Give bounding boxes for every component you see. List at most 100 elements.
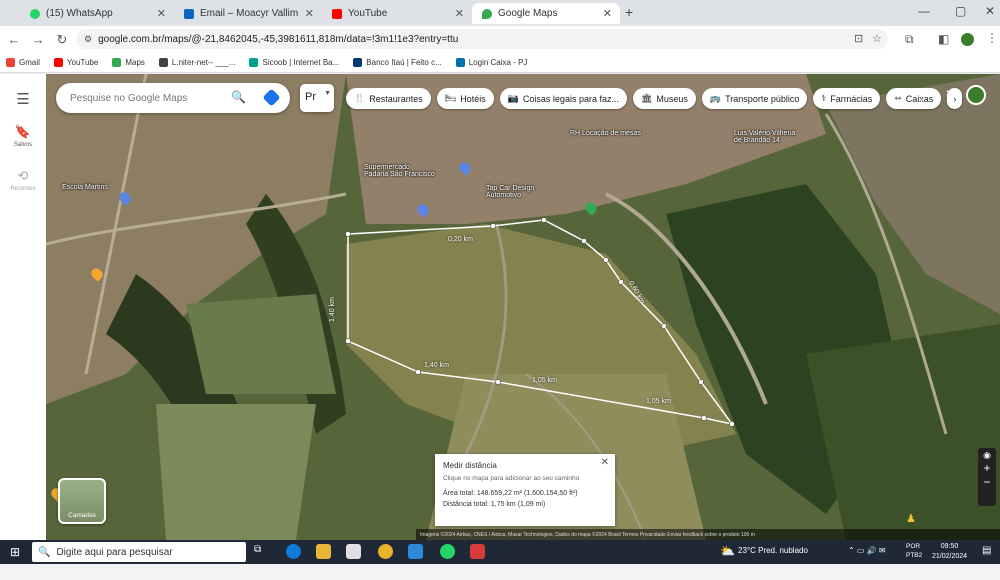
close-window-icon[interactable]: ✕ <box>985 4 995 18</box>
chip-restaurantes[interactable]: 🍴 Restaurantes <box>346 88 431 109</box>
back-icon[interactable]: ← <box>2 32 26 47</box>
locate-icon[interactable]: ◉ <box>978 448 996 461</box>
bookmarks-bar: Gmail YouTube Maps L.niter-net-- ___... … <box>0 53 1000 73</box>
maps-side-rail: ☰ 🔖 Salvos ⟲ Recentes <box>0 74 46 540</box>
new-tab-button[interactable]: + <box>625 4 633 20</box>
mail-icon[interactable] <box>408 544 423 559</box>
museum-icon: 🏛 <box>640 93 653 103</box>
bookmark-niter[interactable]: L.niter-net-- ___... <box>158 58 235 67</box>
chip-farmacias[interactable]: ⚕ Farmácias <box>813 88 881 109</box>
language-indicator[interactable]: POR PTB2 <box>906 542 922 560</box>
place-luis-valerio[interactable]: Luis Valério Vilhena de Brandão 14 <box>734 130 795 144</box>
measure-title: Medir distância <box>443 461 497 470</box>
weather-text[interactable]: 23°C Pred. nublado <box>738 546 808 555</box>
windows-start-icon[interactable]: ⊞ <box>10 545 20 559</box>
task-view-icon[interactable]: ⧉ <box>254 544 269 559</box>
bookmark-maps[interactable]: Maps <box>112 58 145 67</box>
tab-bar: (15) WhatsApp✕ Email – Moacyr Vallim Fil… <box>0 0 1000 26</box>
bookmark-youtube[interactable]: YouTube <box>53 58 98 67</box>
chip-hoteis[interactable]: 🛏 Hotéis <box>436 88 494 109</box>
reload-icon[interactable]: ↻ <box>50 32 74 48</box>
store-icon[interactable] <box>346 544 361 559</box>
pinned-app-icon[interactable] <box>470 544 485 559</box>
bookmark-gmail[interactable]: Gmail <box>6 58 40 67</box>
directions-icon[interactable] <box>262 88 281 107</box>
address-toolbar: ← → ↻ ⚙ google.com.br/maps/@-21,8462045,… <box>0 26 1000 53</box>
place-escola[interactable]: Escola Martins <box>62 184 108 191</box>
tab-email[interactable]: Email – Moacyr Vallim Filho – O✕ <box>174 3 322 24</box>
category-chips: 🍴 Restaurantes 🛏 Hotéis 📷 Coisas legais par… <box>346 88 968 109</box>
sidepanel-icon[interactable]: ◧ <box>938 32 949 46</box>
measure-area: Área total: 148.659,22 m² (1.600.154,50 … <box>443 490 578 497</box>
history-icon: ⟲ <box>17 168 29 183</box>
bookmark-sicoob[interactable]: Sicoob | Internet Ba... <box>249 58 339 67</box>
file-explorer-icon[interactable] <box>316 544 331 559</box>
saved-button[interactable]: 🔖 Salvos <box>0 124 46 148</box>
whatsapp-icon[interactable] <box>440 544 455 559</box>
extensions-icon[interactable]: ⧉ <box>905 32 914 47</box>
bookmark-caixa[interactable]: Login Caixa - PJ <box>455 58 527 67</box>
place-locacao[interactable]: RH Locação de mesas <box>570 130 641 137</box>
account-avatar[interactable] <box>966 85 986 105</box>
install-icon[interactable]: ⊡ <box>854 32 863 45</box>
zoom-out-button[interactable]: − <box>978 475 996 489</box>
layers-button[interactable]: Camadas <box>58 478 106 524</box>
notification-icon[interactable]: ▤ <box>982 545 991 556</box>
minimize-icon[interactable]: — <box>918 4 930 18</box>
youtube-icon <box>332 8 342 19</box>
url-bar[interactable]: ⚙ google.com.br/maps/@-21,8462045,-45,39… <box>76 29 888 49</box>
edge-icon[interactable] <box>286 544 301 559</box>
maximize-icon[interactable]: ▢ <box>955 4 966 18</box>
distance-label: 0,20 km <box>448 236 473 243</box>
chip-coisas-legais[interactable]: 📷 Coisas legais para faz... <box>499 88 627 109</box>
youtube-icon <box>53 58 63 67</box>
place-padaria[interactable]: Supermercado Padaria São Francisco <box>364 164 435 178</box>
chevron-down-icon: ▼ <box>324 90 331 97</box>
distance-label: 1,40 km <box>328 297 336 322</box>
pegman-icon[interactable]: ♟ <box>906 512 916 525</box>
satellite-map[interactable]: Supermercado Padaria São Francisco RH Lo… <box>46 74 1000 540</box>
maps-icon <box>112 58 122 67</box>
bookmark-icon: 🔖 <box>14 124 32 139</box>
language-button[interactable]: Pr ▼ <box>300 84 334 112</box>
search-icon[interactable]: 🔍 <box>231 90 246 104</box>
chip-transporte[interactable]: 🚌 Transporte público <box>701 88 808 109</box>
place-tap-car[interactable]: Tap Car Design Automotivo <box>486 185 534 199</box>
tray-icons[interactable]: ⌃ ▭ 🔊 ✉ <box>848 546 886 555</box>
tab-youtube[interactable]: YouTube ✕ <box>322 3 472 24</box>
search-icon: 🔍 <box>38 546 51 558</box>
bookmark-star-icon[interactable]: ☆ <box>872 32 882 45</box>
site-info-icon[interactable]: ⚙ <box>84 34 92 45</box>
close-icon[interactable]: ✕ <box>157 7 166 20</box>
close-icon[interactable]: ✕ <box>601 457 609 468</box>
bookmark-itau[interactable]: Banco Itaú | Feito c... <box>353 58 442 67</box>
profile-avatar[interactable] <box>961 33 974 46</box>
hamburger-menu-icon[interactable]: ☰ <box>0 90 46 108</box>
caixa-icon <box>455 58 465 67</box>
menu-icon[interactable]: ⋮ <box>986 31 998 45</box>
whatsapp-icon <box>30 8 40 19</box>
fork-knife-icon: 🍴 <box>354 93 366 103</box>
niter-icon <box>158 58 168 67</box>
close-icon[interactable]: ✕ <box>603 7 612 20</box>
clock[interactable]: 09:50 21/02/2024 <box>932 542 967 562</box>
gmail-icon <box>6 58 15 67</box>
recent-button[interactable]: ⟲ Recentes <box>0 168 46 192</box>
forward-icon[interactable]: → <box>26 32 50 47</box>
chrome-icon[interactable] <box>378 544 393 559</box>
weather-icon: ⛅ <box>720 544 735 558</box>
map-footer: Imagens ©2024 Airbus, CNES / Airbus, Max… <box>416 529 1000 540</box>
atm-icon: ⇿ <box>894 93 902 103</box>
maps-search-box[interactable]: Pesquise no Google Maps 🔍 <box>56 83 290 113</box>
windows-taskbar: ⊞ 🔍 Digite aqui para pesquisar ⧉ ⛅ 23°C P… <box>0 540 1000 564</box>
taskbar-search[interactable]: 🔍 Digite aqui para pesquisar <box>32 542 246 562</box>
close-icon[interactable]: ✕ <box>305 7 314 20</box>
zoom-in-button[interactable]: + <box>978 461 996 475</box>
chip-museus[interactable]: 🏛 Museus <box>632 88 696 109</box>
itau-icon <box>353 58 363 67</box>
measure-hint: Clique no mapa para adicionar ao seu cam… <box>443 475 580 482</box>
apps-grid-icon[interactable]: ⋮⋮⋮ <box>915 88 954 104</box>
close-icon[interactable]: ✕ <box>455 7 464 20</box>
tab-google-maps[interactable]: Google Maps ✕ <box>472 3 620 24</box>
tab-whatsapp[interactable]: (15) WhatsApp ✕ <box>20 3 174 24</box>
